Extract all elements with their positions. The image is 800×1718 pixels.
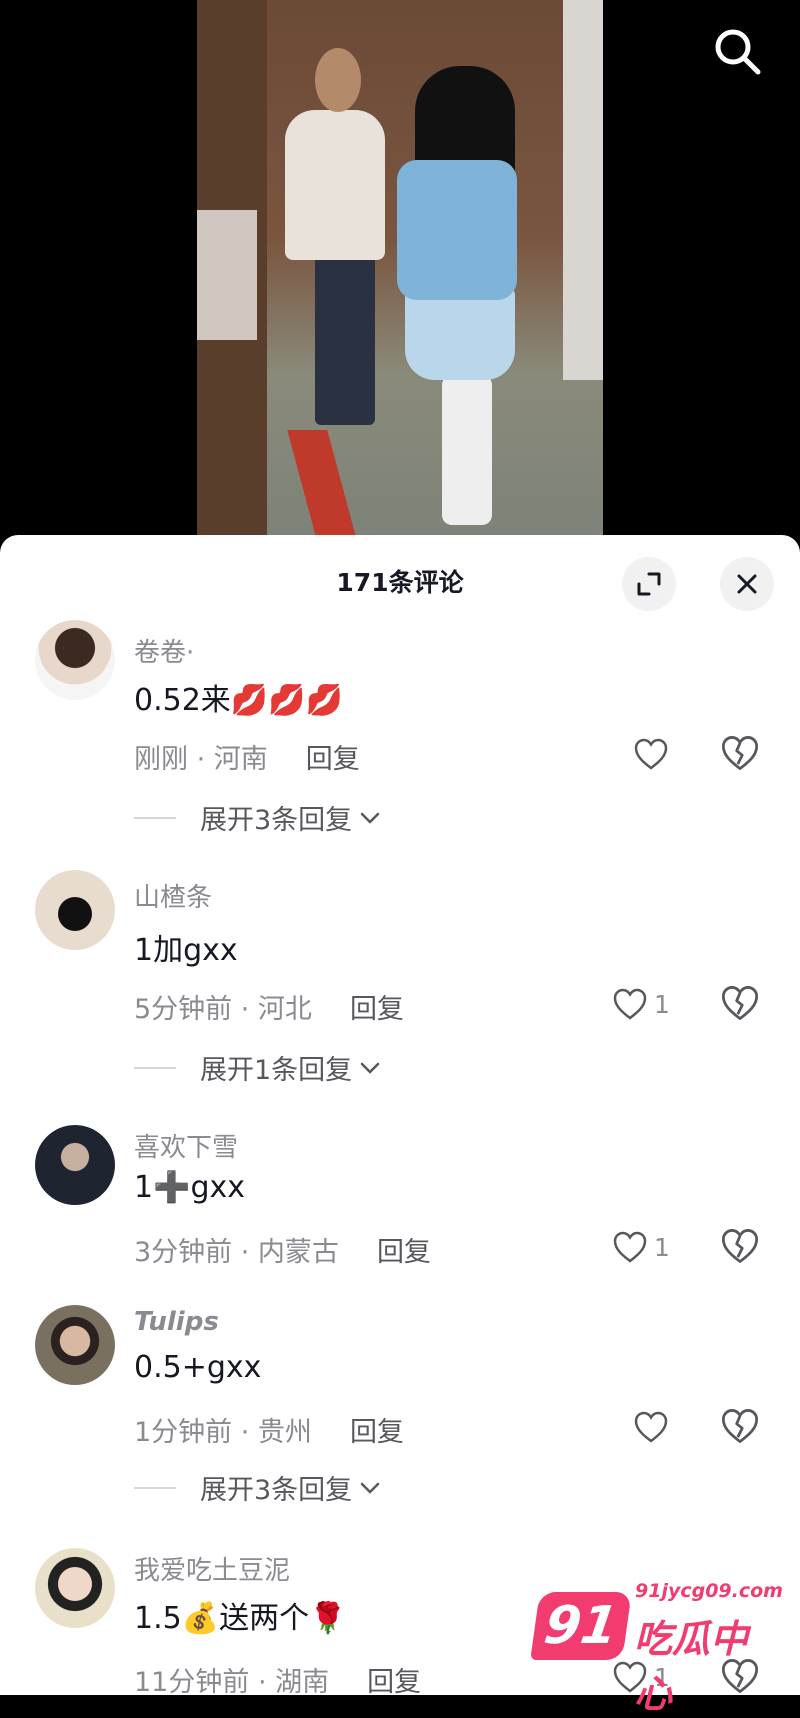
comment-username[interactable]: 我爱吃土豆泥 bbox=[134, 1550, 290, 1587]
comment-time-location: 11分钟前 · 湖南 bbox=[134, 1667, 330, 1695]
comment-meta: 刚刚 · 河南 回复 bbox=[134, 737, 360, 776]
expand-replies-button[interactable]: 展开3条回复 bbox=[134, 798, 382, 837]
reply-button[interactable]: 回复 bbox=[350, 994, 404, 1025]
like-count: 1 bbox=[654, 989, 670, 1019]
site-watermark: 91 91jycg09.com 吃瓜中心 bbox=[530, 1580, 783, 1716]
avatar[interactable] bbox=[35, 1305, 115, 1385]
dislike-button[interactable] bbox=[720, 983, 760, 1023]
reply-button[interactable]: 回复 bbox=[367, 1667, 421, 1695]
video-player[interactable] bbox=[0, 0, 800, 535]
watermark-name: 吃瓜中心 bbox=[634, 1617, 749, 1716]
avatar[interactable] bbox=[35, 620, 115, 700]
comment-text: 0.5+gxx bbox=[134, 1350, 262, 1385]
comment-count-title: 171条评论 bbox=[336, 568, 464, 597]
avatar[interactable] bbox=[35, 1125, 115, 1205]
comment-meta: 3分钟前 · 内蒙古 回复 bbox=[134, 1230, 431, 1269]
comment-text: 0.52来💋💋💋 bbox=[134, 683, 343, 718]
broken-heart-icon bbox=[721, 1409, 759, 1443]
dislike-button[interactable] bbox=[720, 733, 760, 773]
reply-button[interactable]: 回复 bbox=[377, 1237, 431, 1268]
expand-replies-button[interactable]: 展开1条回复 bbox=[134, 1048, 382, 1087]
expand-replies-button[interactable]: 展开3条回复 bbox=[134, 1468, 382, 1507]
expand-icon bbox=[637, 572, 661, 596]
chevron-down-icon bbox=[360, 1062, 380, 1074]
expand-sheet-button[interactable] bbox=[622, 557, 676, 611]
like-button[interactable] bbox=[633, 737, 675, 771]
chevron-down-icon bbox=[360, 1482, 380, 1494]
search-icon bbox=[715, 29, 761, 75]
broken-heart-icon bbox=[721, 736, 759, 770]
comment-meta: 11分钟前 · 湖南 回复 bbox=[134, 1660, 421, 1695]
dislike-button[interactable] bbox=[720, 1226, 760, 1266]
photo-girl-legs bbox=[442, 375, 492, 525]
divider-line bbox=[134, 816, 176, 819]
comment-text: 1加gxx bbox=[134, 933, 238, 968]
like-count: 1 bbox=[654, 1232, 670, 1262]
comment-time-location: 5分钟前 · 河北 bbox=[134, 994, 312, 1025]
like-button[interactable] bbox=[633, 1410, 675, 1444]
comment-username[interactable]: 喜欢下雪 bbox=[134, 1127, 238, 1164]
comment-meta: 5分钟前 · 河北 回复 bbox=[134, 987, 404, 1026]
comment-meta: 1分钟前 · 贵州 回复 bbox=[134, 1410, 404, 1449]
chevron-down-icon bbox=[360, 812, 380, 824]
broken-heart-icon bbox=[721, 986, 759, 1020]
comment-time-location: 刚刚 · 河南 bbox=[134, 744, 268, 775]
broken-heart-icon bbox=[721, 1229, 759, 1263]
photo-man-body bbox=[285, 110, 385, 260]
comment-username[interactable]: 山楂条 bbox=[134, 877, 212, 914]
close-sheet-button[interactable] bbox=[720, 557, 774, 611]
search-button[interactable] bbox=[708, 22, 768, 82]
expand-replies-label: 展开3条回复 bbox=[200, 805, 353, 836]
photo-frame bbox=[563, 0, 603, 380]
comment-sheet: 171条评论 卷卷· 0.52来💋💋💋 刚刚 · 河南 回复 展开3条回复 山楂… bbox=[0, 535, 800, 1695]
photo-man-legs bbox=[315, 255, 375, 425]
expand-replies-label: 展开3条回复 bbox=[200, 1475, 353, 1506]
comment-time-location: 1分钟前 · 贵州 bbox=[134, 1417, 312, 1448]
comment-time-location: 3分钟前 · 内蒙古 bbox=[134, 1237, 339, 1268]
heart-icon bbox=[634, 738, 668, 770]
dislike-button[interactable] bbox=[720, 1406, 760, 1446]
photo-bed bbox=[197, 210, 257, 340]
video-frame bbox=[197, 0, 603, 535]
watermark-badge: 91 bbox=[530, 1592, 632, 1660]
divider-line bbox=[134, 1066, 176, 1069]
avatar[interactable] bbox=[35, 1548, 115, 1628]
heart-icon bbox=[613, 988, 647, 1020]
like-button[interactable]: 1 bbox=[612, 987, 670, 1021]
comment-text: 1.5💰送两个🌹 bbox=[134, 1601, 347, 1636]
heart-icon bbox=[613, 1231, 647, 1263]
reply-button[interactable]: 回复 bbox=[350, 1417, 404, 1448]
divider-line bbox=[134, 1486, 176, 1489]
photo-floor-stripe bbox=[287, 430, 357, 535]
reply-button[interactable]: 回复 bbox=[306, 744, 360, 775]
heart-icon bbox=[634, 1411, 668, 1443]
photo-girl-body bbox=[397, 160, 517, 300]
comment-text: 1➕gxx bbox=[134, 1170, 245, 1205]
expand-replies-label: 展开1条回复 bbox=[200, 1055, 353, 1086]
comment-username[interactable]: 卷卷· bbox=[134, 632, 194, 669]
avatar[interactable] bbox=[35, 870, 115, 950]
photo-man-head bbox=[315, 48, 361, 112]
comment-username[interactable]: Tulips bbox=[134, 1307, 219, 1337]
watermark-url: 91jycg09.com bbox=[635, 1580, 783, 1602]
close-icon bbox=[737, 574, 757, 594]
like-button[interactable]: 1 bbox=[612, 1230, 670, 1264]
